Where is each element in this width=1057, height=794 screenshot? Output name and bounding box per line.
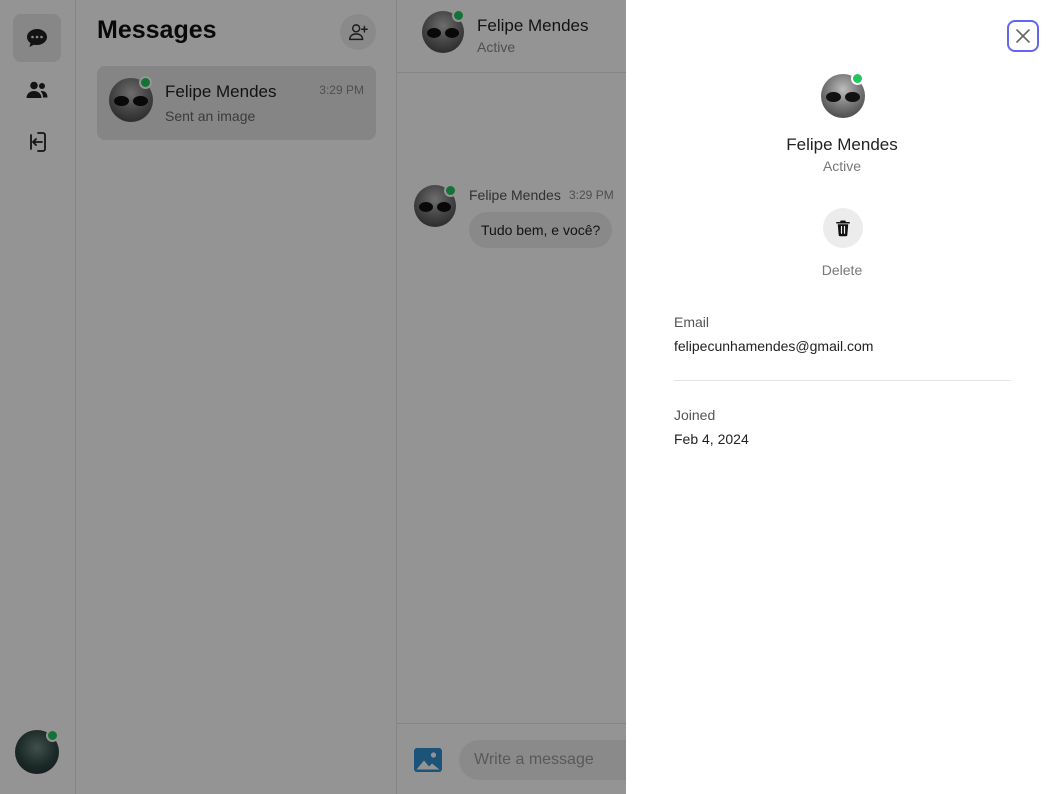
divider [674, 380, 1011, 381]
contact-profile-drawer: Felipe Mendes Active Delete Email felipe… [626, 0, 1057, 794]
email-value: felipecunhamendes@gmail.com [674, 338, 874, 354]
profile-online-indicator [851, 72, 864, 85]
delete-label: Delete [821, 262, 863, 278]
close-button[interactable] [1007, 20, 1039, 52]
profile-name: Felipe Mendes [786, 135, 898, 154]
email-label: Email [674, 314, 710, 330]
profile-status: Active [822, 158, 862, 174]
trash-icon [836, 220, 850, 237]
modal-backdrop[interactable] [0, 0, 626, 794]
delete-conversation-button[interactable] [823, 208, 863, 248]
joined-label: Joined [674, 407, 716, 423]
joined-value: Feb 4, 2024 [674, 431, 749, 447]
close-icon [1016, 29, 1030, 43]
